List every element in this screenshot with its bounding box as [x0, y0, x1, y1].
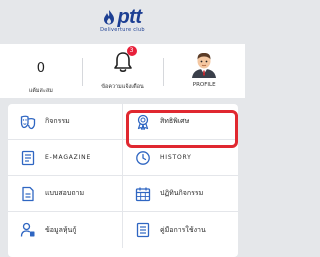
- menu-label: แบบสอบถาม: [45, 189, 85, 197]
- menu-card: กิจกรรม สิทธิพิเศษ E-MAGAZINE HISTORY แบ…: [8, 104, 238, 257]
- menu-item-bond-info[interactable]: ข้อมูลหุ้นกู้: [8, 212, 123, 248]
- notification-badge: 3: [126, 46, 137, 56]
- points-stat[interactable]: 0 แต้มสะสม: [0, 44, 82, 98]
- app-logo: ptt Deliverture club: [0, 0, 245, 40]
- notifications-stat[interactable]: 3 ข้อความแจ้งเตือน: [81, 44, 164, 98]
- menu-item-activity-calendar[interactable]: ปฏิทินกิจกรรม: [123, 176, 238, 212]
- notifications-label: ข้อความแจ้งเตือน: [101, 84, 144, 90]
- bond-info-icon: [20, 222, 35, 237]
- calendar-icon: [135, 187, 151, 201]
- user-manual-icon: [136, 222, 150, 238]
- profile-label: PROFILE: [192, 82, 216, 88]
- menu-label: ปฏิทินกิจกรรม: [160, 189, 204, 197]
- menu-item-history[interactable]: HISTORY: [123, 140, 238, 176]
- brand-subtitle: Deliverture club: [100, 26, 145, 33]
- stats-bar: 0 แต้มสะสม 3 ข้อความแจ้งเตือน PROFILE: [0, 44, 245, 98]
- menu-label: E-MAGAZINE: [45, 154, 92, 161]
- menu-label: ข้อมูลหุ้นกู้: [45, 225, 77, 234]
- menu-label: กิจกรรม: [45, 117, 70, 125]
- points-value: 0: [36, 61, 45, 76]
- menu-label: คู่มือการใช้งาน: [160, 225, 206, 234]
- award-ribbon-icon: [137, 114, 149, 130]
- menu-item-activities[interactable]: กิจกรรม: [8, 104, 123, 140]
- menu-item-user-manual[interactable]: คู่มือการใช้งาน: [123, 212, 238, 248]
- brand-name: ptt: [117, 5, 142, 28]
- bell-icon: 3: [112, 46, 137, 74]
- profile-stat[interactable]: PROFILE: [163, 44, 245, 98]
- flame-icon: [104, 9, 115, 24]
- menu-item-privileges[interactable]: สิทธิพิเศษ: [123, 104, 238, 140]
- points-label: แต้มสะสม: [28, 88, 53, 94]
- menu-label: สิทธิพิเศษ: [160, 117, 190, 125]
- clock-history-icon: [136, 150, 150, 165]
- survey-document-icon: [22, 186, 34, 201]
- magazine-icon: [21, 150, 35, 165]
- menu-item-e-magazine[interactable]: E-MAGAZINE: [8, 140, 123, 176]
- menu-item-survey[interactable]: แบบสอบถาม: [8, 176, 123, 212]
- menu-label: HISTORY: [160, 154, 192, 161]
- mask-icon: [20, 115, 36, 129]
- avatar: [192, 53, 217, 78]
